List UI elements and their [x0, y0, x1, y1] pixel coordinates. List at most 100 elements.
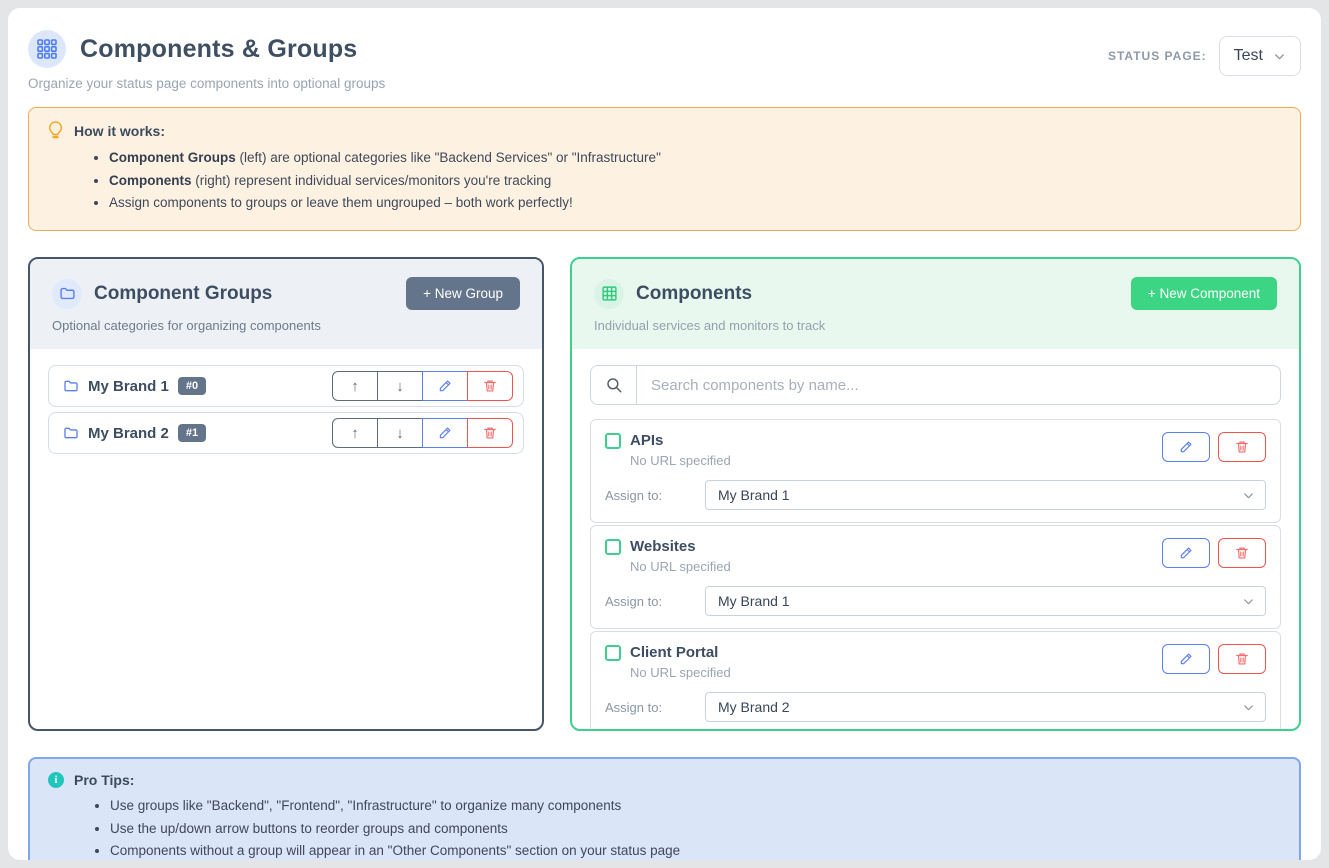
- bullet-text: Use groups like "Backend", "Frontend", "…: [110, 798, 621, 813]
- group-row: My Brand 1 #0 ↑ ↓: [48, 365, 524, 407]
- group-name: My Brand 1: [88, 378, 169, 395]
- group-name: My Brand 2: [88, 425, 169, 442]
- pro-tip-bullet: Use the up/down arrow buttons to reorder…: [110, 818, 1281, 841]
- assign-group-select[interactable]: My Brand 2: [705, 692, 1266, 722]
- components-panel: Components + New Component Individual se…: [570, 257, 1301, 731]
- bullet-text: Use the up/down arrow buttons to reorder…: [110, 821, 508, 836]
- group-actions: ↑ ↓: [332, 371, 513, 401]
- bullet-text: Components without a group will appear i…: [110, 843, 680, 858]
- edit-group-button[interactable]: [422, 371, 468, 401]
- assigned-group-value: My Brand 1: [718, 487, 790, 503]
- how-it-works-bullet: Component Groups (left) are optional cat…: [109, 147, 1282, 170]
- component-checkbox[interactable]: [605, 539, 621, 555]
- component-actions: [1162, 432, 1266, 462]
- pencil-icon: [1179, 546, 1193, 560]
- edit-group-button[interactable]: [422, 418, 468, 448]
- delete-group-button[interactable]: [467, 371, 513, 401]
- chevron-down-icon: [1273, 50, 1286, 63]
- bullet-text: (right) represent individual services/mo…: [192, 173, 552, 188]
- edit-component-button[interactable]: [1162, 538, 1210, 568]
- component-checkbox[interactable]: [605, 433, 621, 449]
- delete-group-button[interactable]: [467, 418, 513, 448]
- bullet-text: Assign components to groups or leave the…: [109, 195, 573, 210]
- move-group-up-button[interactable]: ↑: [332, 418, 378, 448]
- folder-icon: [63, 378, 79, 394]
- component-actions: [1162, 538, 1266, 568]
- how-it-works-bullet: Components (right) represent individual …: [109, 170, 1282, 193]
- status-page-select[interactable]: Test: [1219, 36, 1301, 76]
- component-card: Websites No URL specified: [590, 525, 1281, 629]
- arrow-down-icon: ↓: [396, 378, 404, 395]
- components-panel-subtitle: Individual services and monitors to trac…: [594, 318, 1277, 333]
- move-group-up-button[interactable]: ↑: [332, 371, 378, 401]
- bullet-bold-text: Components: [109, 173, 192, 188]
- how-it-works-title: How it works:: [74, 123, 165, 139]
- component-name: APIs: [630, 432, 663, 449]
- component-checkbox[interactable]: [605, 645, 621, 661]
- arrow-up-icon: ↑: [351, 425, 359, 442]
- pro-tips-list: Use groups like "Backend", "Frontend", "…: [48, 795, 1281, 860]
- assign-group-select[interactable]: My Brand 1: [705, 480, 1266, 510]
- apps-grid-icon: [28, 30, 66, 68]
- component-name: Client Portal: [630, 644, 718, 661]
- assigned-group-value: My Brand 1: [718, 593, 790, 609]
- components-groups-page: Components & Groups Organize your status…: [8, 8, 1321, 860]
- move-group-down-button[interactable]: ↓: [377, 371, 423, 401]
- delete-component-button[interactable]: [1218, 644, 1266, 674]
- group-row: My Brand 2 #1 ↑ ↓: [48, 412, 524, 454]
- new-group-button[interactable]: + New Group: [406, 277, 520, 310]
- how-it-works-box: How it works: Component Groups (left) ar…: [28, 107, 1301, 231]
- assigned-group-value: My Brand 2: [718, 699, 790, 715]
- component-card: APIs No URL specified: [590, 419, 1281, 523]
- move-group-down-button[interactable]: ↓: [377, 418, 423, 448]
- folder-icon: [63, 425, 79, 441]
- search-input[interactable]: [637, 377, 1280, 394]
- arrow-up-icon: ↑: [351, 378, 359, 395]
- folder-icon: [52, 279, 82, 309]
- components-panel-title: Components: [636, 283, 752, 305]
- component-name: Websites: [630, 538, 696, 555]
- groups-panel-subtitle: Optional categories for organizing compo…: [52, 318, 520, 333]
- edit-component-button[interactable]: [1162, 644, 1210, 674]
- grid-table-icon: [594, 279, 624, 309]
- trash-icon: [1235, 652, 1249, 666]
- component-url-note: No URL specified: [630, 665, 731, 680]
- group-list: My Brand 1 #0 ↑ ↓: [30, 349, 542, 729]
- assign-group-select[interactable]: My Brand 1: [705, 586, 1266, 616]
- delete-component-button[interactable]: [1218, 432, 1266, 462]
- status-page-label: STATUS PAGE:: [1108, 49, 1207, 63]
- status-page-value: Test: [1234, 47, 1263, 65]
- bullet-bold-text: Component Groups: [109, 150, 236, 165]
- group-order-badge: #1: [178, 424, 206, 442]
- lightbulb-icon: [47, 121, 64, 140]
- component-search: [590, 365, 1281, 405]
- pro-tips-box: i Pro Tips: Use groups like "Backend", "…: [28, 757, 1301, 860]
- chevron-down-icon: [1242, 489, 1255, 502]
- assign-to-label: Assign to:: [605, 594, 677, 609]
- how-it-works-bullet: Assign components to groups or leave the…: [109, 192, 1282, 215]
- trash-icon: [1235, 546, 1249, 560]
- how-it-works-list: Component Groups (left) are optional cat…: [47, 147, 1282, 215]
- page-title: Components & Groups: [80, 35, 357, 64]
- component-card: Client Portal No URL specified: [590, 631, 1281, 731]
- trash-icon: [1235, 440, 1249, 454]
- chevron-down-icon: [1242, 701, 1255, 714]
- page-subtitle: Organize your status page components int…: [28, 76, 385, 91]
- group-order-badge: #0: [178, 377, 206, 395]
- trash-icon: [483, 379, 497, 393]
- new-component-button[interactable]: + New Component: [1131, 277, 1277, 310]
- edit-component-button[interactable]: [1162, 432, 1210, 462]
- info-icon: i: [48, 772, 64, 788]
- pencil-icon: [1179, 652, 1193, 666]
- assign-to-label: Assign to:: [605, 488, 677, 503]
- pencil-icon: [438, 426, 452, 440]
- assign-to-label: Assign to:: [605, 700, 677, 715]
- search-icon: [591, 366, 637, 404]
- group-actions: ↑ ↓: [332, 418, 513, 448]
- bullet-text: (left) are optional categories like "Bac…: [236, 150, 661, 165]
- component-list: APIs No URL specified: [590, 419, 1281, 731]
- component-url-note: No URL specified: [630, 559, 731, 574]
- pro-tip-bullet: Use groups like "Backend", "Frontend", "…: [110, 795, 1281, 818]
- page-header: Components & Groups Organize your status…: [28, 30, 1301, 91]
- delete-component-button[interactable]: [1218, 538, 1266, 568]
